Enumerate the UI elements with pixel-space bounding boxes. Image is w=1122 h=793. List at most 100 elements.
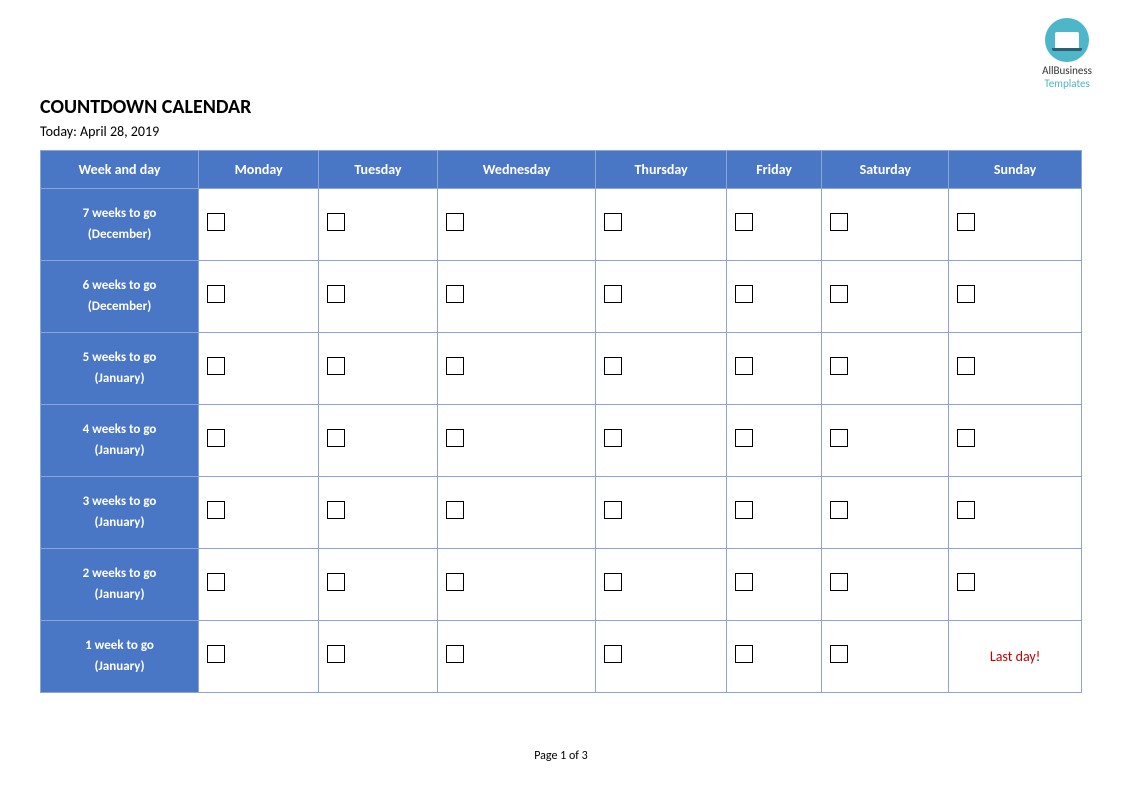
calendar-cell [199,333,319,405]
table-header: Week and dayMondayTuesdayWednesdayThursd… [41,151,1082,189]
checkbox-icon[interactable] [327,285,345,303]
checkbox-icon[interactable] [207,285,225,303]
calendar-cell [199,261,319,333]
column-header: Week and day [41,151,199,189]
checkbox-icon[interactable] [957,357,975,375]
table-row: 4 weeks to go(January) [41,405,1082,477]
calendar-cell [319,549,437,621]
calendar-cell [319,405,437,477]
calendar-cell [437,333,596,405]
checkbox-icon[interactable] [446,285,464,303]
checkbox-icon[interactable] [207,645,225,663]
calendar-cell [822,261,949,333]
checkbox-icon[interactable] [604,213,622,231]
checkbox-icon[interactable] [604,573,622,591]
calendar-cell [726,333,822,405]
checkbox-icon[interactable] [446,645,464,663]
checkbox-icon[interactable] [830,285,848,303]
checkbox-icon[interactable] [604,285,622,303]
calendar-cell [596,549,726,621]
checkbox-icon[interactable] [735,501,753,519]
calendar-cell [199,405,319,477]
checkbox-icon[interactable] [207,213,225,231]
checkbox-icon[interactable] [446,501,464,519]
checkbox-icon[interactable] [735,645,753,663]
checkbox-icon[interactable] [957,429,975,447]
calendar-cell [199,621,319,693]
calendar-cell [949,549,1082,621]
calendar-cell [319,477,437,549]
checkbox-icon[interactable] [830,429,848,447]
row-header: 4 weeks to go(January) [41,405,199,477]
calendar-cell [596,261,726,333]
checkbox-icon[interactable] [957,213,975,231]
checkbox-icon[interactable] [830,645,848,663]
checkbox-icon[interactable] [735,573,753,591]
checkbox-icon[interactable] [830,573,848,591]
checkbox-icon[interactable] [604,501,622,519]
table-row: 7 weeks to go(December) [41,189,1082,261]
checkbox-icon[interactable] [446,213,464,231]
checkbox-icon[interactable] [327,357,345,375]
checkbox-icon[interactable] [604,357,622,375]
calendar-cell [199,549,319,621]
calendar-cell [822,621,949,693]
checkbox-icon[interactable] [957,501,975,519]
calendar-cell [319,261,437,333]
checkbox-icon[interactable] [446,357,464,375]
checkbox-icon[interactable] [735,285,753,303]
checkbox-icon[interactable] [446,429,464,447]
column-header: Saturday [822,151,949,189]
column-header: Wednesday [437,151,596,189]
checkbox-icon[interactable] [327,213,345,231]
checkbox-icon[interactable] [207,357,225,375]
calendar-cell [822,189,949,261]
calendar-cell [949,477,1082,549]
column-header: Tuesday [319,151,437,189]
checkbox-icon[interactable] [327,573,345,591]
logo-text-2: Templates [1042,77,1092,90]
checkbox-icon[interactable] [735,213,753,231]
calendar-cell [822,333,949,405]
checkbox-icon[interactable] [207,501,225,519]
calendar-cell [726,549,822,621]
checkbox-icon[interactable] [446,573,464,591]
row-header: 1 week to go(January) [41,621,199,693]
column-header: Sunday [949,151,1082,189]
calendar-cell [596,405,726,477]
calendar-cell [437,477,596,549]
row-header: 2 weeks to go(January) [41,549,199,621]
checkbox-icon[interactable] [830,501,848,519]
calendar-cell [822,405,949,477]
checkbox-icon[interactable] [604,429,622,447]
calendar-cell [596,333,726,405]
checkbox-icon[interactable] [604,645,622,663]
laptop-icon [1055,32,1079,48]
checkbox-icon[interactable] [327,429,345,447]
table-row: 5 weeks to go(January) [41,333,1082,405]
checkbox-icon[interactable] [207,573,225,591]
calendar-cell [199,189,319,261]
checkbox-icon[interactable] [327,645,345,663]
checkbox-icon[interactable] [735,429,753,447]
checkbox-icon[interactable] [735,357,753,375]
checkbox-icon[interactable] [830,357,848,375]
row-header: 5 weeks to go(January) [41,333,199,405]
calendar-cell [949,189,1082,261]
table-row: 3 weeks to go(January) [41,477,1082,549]
checkbox-icon[interactable] [327,501,345,519]
calendar-cell [437,189,596,261]
last-day-cell: Last day! [949,621,1082,693]
calendar-cell [596,621,726,693]
checkbox-icon[interactable] [957,285,975,303]
page-content: COUNTDOWN CALENDAR Today: April 28, 2019… [0,0,1122,693]
column-header: Thursday [596,151,726,189]
calendar-cell [437,405,596,477]
today-label: Today: April 28, 2019 [40,123,1082,140]
calendar-cell [726,261,822,333]
checkbox-icon[interactable] [830,213,848,231]
checkbox-icon[interactable] [207,429,225,447]
checkbox-icon[interactable] [957,573,975,591]
page-footer: Page 1 of 3 [0,749,1122,763]
table-row: 1 week to go(January) Last day! [41,621,1082,693]
